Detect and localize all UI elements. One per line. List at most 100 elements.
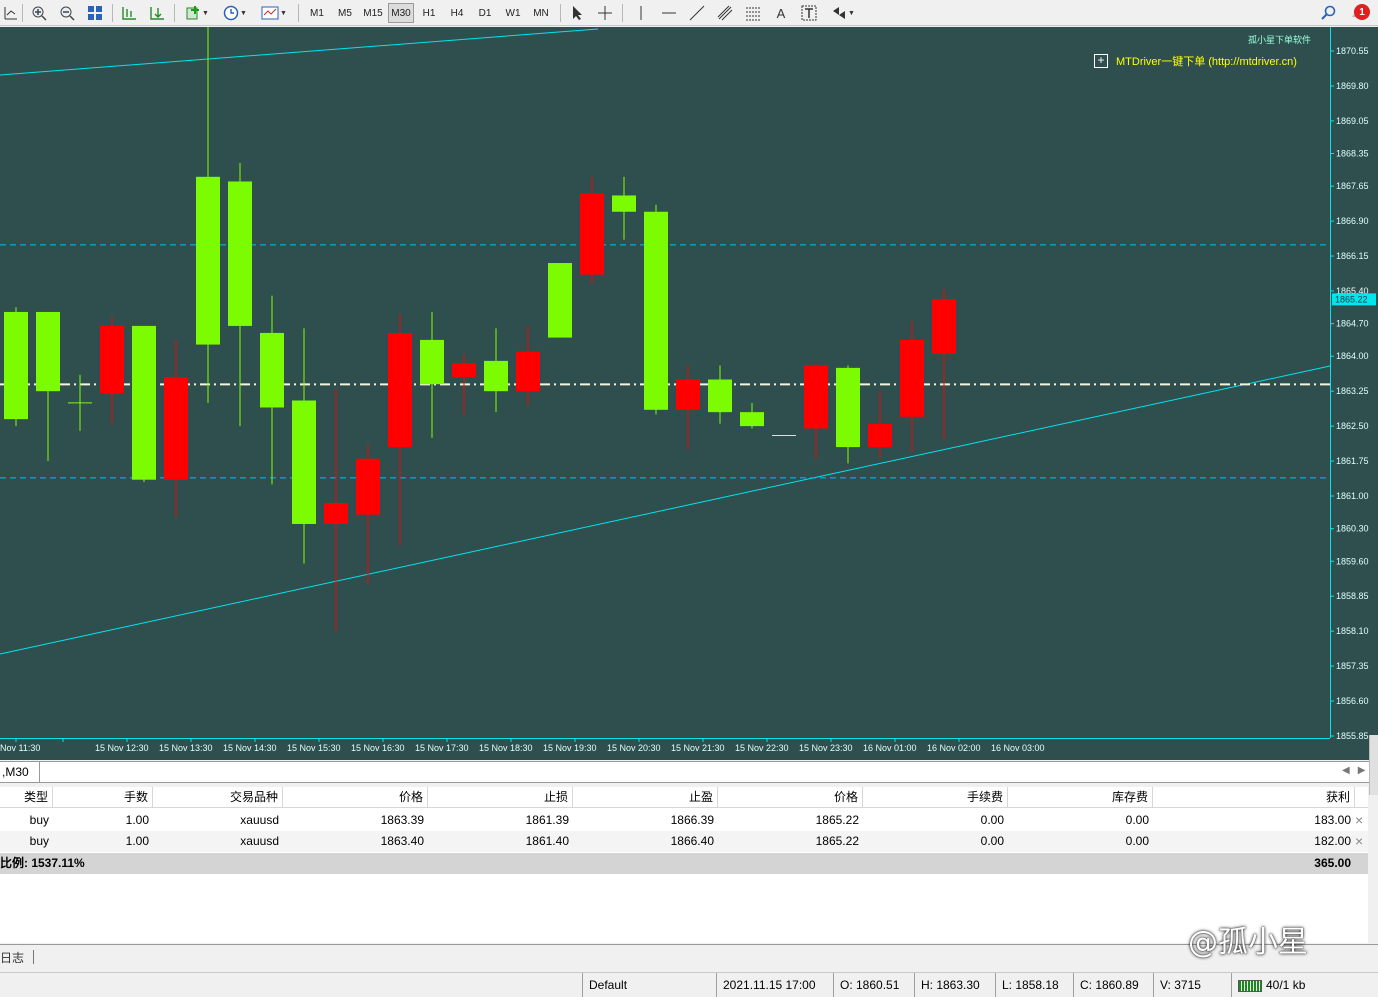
table-row[interactable]: buy 1.00 xauusd 1863.40 1861.40 1866.40 1865.2… xyxy=(0,831,1368,852)
candle-body[interactable] xyxy=(4,311,28,420)
candle-body[interactable] xyxy=(644,211,668,410)
trade-table-header: 类型 手数 交易品种 价格 止损 止盈 价格 手续费 库存费 获利 xyxy=(0,787,1368,808)
tile-windows-icon[interactable] xyxy=(84,3,106,23)
x-tick-label: 15 Nov 18:30 xyxy=(479,743,533,753)
timeframe-mn-button[interactable]: MN xyxy=(528,3,554,23)
column-header[interactable]: 价格 xyxy=(720,787,863,808)
timeframe-m1-button[interactable]: M1 xyxy=(304,3,330,23)
search-icon[interactable] xyxy=(1318,3,1340,23)
candle-body[interactable] xyxy=(900,339,924,417)
column-header[interactable]: 交易品种 xyxy=(155,787,283,808)
table-cell: buy xyxy=(29,834,49,848)
expand-plus-icon[interactable]: + xyxy=(1094,54,1108,68)
table-cell: 183.00 xyxy=(1314,813,1351,827)
status-profile[interactable]: Default xyxy=(582,973,716,997)
timeframe-m15-button[interactable]: M15 xyxy=(360,3,386,23)
candle-body[interactable] xyxy=(804,365,828,429)
x-tick-label: 15 Nov 23:30 xyxy=(799,743,853,753)
indicators-icon[interactable]: ▼ xyxy=(180,3,214,23)
chart-shift-icon[interactable] xyxy=(118,3,140,23)
candle-body[interactable] xyxy=(836,367,860,448)
candle-body[interactable] xyxy=(260,332,284,408)
timeframe-m5-button[interactable]: M5 xyxy=(332,3,358,23)
close-order-icon[interactable]: × xyxy=(1355,810,1363,831)
candle-body[interactable] xyxy=(36,311,60,392)
candle-body[interactable] xyxy=(516,351,540,392)
close-order-icon[interactable]: × xyxy=(1355,831,1363,852)
toolbar-separator xyxy=(622,4,623,22)
candle-body[interactable] xyxy=(292,400,316,524)
tab-journal[interactable]: 日志 xyxy=(0,949,24,966)
candle-body[interactable] xyxy=(708,379,732,413)
column-header[interactable]: 库存费 xyxy=(1010,787,1153,808)
candle-body[interactable] xyxy=(580,193,604,275)
table-cell: 1861.40 xyxy=(525,834,569,848)
candle-body[interactable] xyxy=(868,423,892,448)
table-cell: 1861.39 xyxy=(525,813,569,827)
candle-body[interactable] xyxy=(164,377,188,480)
horizontal-line-icon[interactable] xyxy=(658,3,680,23)
column-header[interactable]: 获利 xyxy=(1155,787,1355,808)
y-tick-label: 1867.65 xyxy=(1336,181,1369,191)
candle-body[interactable] xyxy=(740,412,764,427)
candle-body[interactable] xyxy=(132,325,156,480)
timeframe-m30-button[interactable]: M30 xyxy=(388,3,414,23)
vertical-line-icon[interactable] xyxy=(630,3,652,23)
candle-body[interactable] xyxy=(452,363,476,378)
table-cell: buy xyxy=(29,813,49,827)
trendline-icon[interactable] xyxy=(686,3,708,23)
chart-canvas[interactable]: 1870.55 1869.80 1869.05 1868.35 1867.65 1866.… xyxy=(0,27,1378,760)
candle-body[interactable] xyxy=(548,263,572,338)
y-tick-label: 1858.10 xyxy=(1336,626,1369,636)
timeframe-h4-button[interactable]: H4 xyxy=(444,3,470,23)
candle-body[interactable] xyxy=(676,379,700,410)
arrows-icon[interactable]: ▼ xyxy=(826,3,860,23)
column-header[interactable]: 手续费 xyxy=(865,787,1008,808)
notification-badge[interactable]: 1 xyxy=(1354,4,1370,20)
traffic-label: 40/1 kb xyxy=(1266,978,1306,992)
timeframe-w1-button[interactable]: W1 xyxy=(500,3,526,23)
zoom-in-icon[interactable] xyxy=(28,3,50,23)
table-cell: 1865.22 xyxy=(815,834,859,848)
y-tick-label: 1864.00 xyxy=(1336,351,1369,361)
column-header[interactable]: 止损 xyxy=(430,787,573,808)
candle-body[interactable] xyxy=(420,339,444,385)
column-header[interactable]: 价格 xyxy=(285,787,428,808)
cursor-icon[interactable] xyxy=(566,3,588,23)
timeframe-h1-button[interactable]: H1 xyxy=(416,3,442,23)
table-row[interactable]: buy 1.00 xauusd 1863.39 1861.39 1866.39 1865.2… xyxy=(0,810,1368,831)
candle-body[interactable] xyxy=(100,325,124,394)
text-label-icon[interactable] xyxy=(798,3,820,23)
crosshair-icon[interactable] xyxy=(594,3,616,23)
text-icon[interactable]: A xyxy=(770,3,792,23)
status-datetime: 2021.11.15 17:00 xyxy=(716,973,833,997)
line-studies-icon[interactable] xyxy=(0,3,22,23)
templates-icon[interactable]: ▼ xyxy=(256,3,292,23)
candle-body[interactable] xyxy=(228,181,252,326)
trendline-upper[interactable] xyxy=(0,28,599,76)
status-bar: Default 2021.11.15 17:00 O: 1860.51 H: 1… xyxy=(0,972,1378,997)
zoom-out-icon[interactable] xyxy=(56,3,78,23)
candle-body[interactable] xyxy=(356,458,380,515)
candle-body[interactable] xyxy=(484,360,508,392)
candle-body[interactable] xyxy=(388,332,412,448)
x-tick-label: 15 Nov 20:30 xyxy=(607,743,661,753)
chart-tab-xauusd-m30[interactable]: ,M30 xyxy=(0,762,40,782)
terminal-tab-strip: 日志 xyxy=(0,944,1378,968)
price-chart[interactable]: 1870.55 1869.80 1869.05 1868.35 1867.65 1866.… xyxy=(0,27,1378,760)
channel-icon[interactable] xyxy=(714,3,736,23)
column-header[interactable]: 手数 xyxy=(55,787,153,808)
candle-body[interactable] xyxy=(932,299,956,354)
vertical-scrollbar[interactable] xyxy=(1369,735,1378,795)
candle-body[interactable] xyxy=(612,195,636,212)
fibonacci-icon[interactable] xyxy=(742,3,764,23)
autoscroll-icon[interactable] xyxy=(146,3,168,23)
column-header[interactable]: 类型 xyxy=(0,787,53,808)
timeframe-d1-button[interactable]: D1 xyxy=(472,3,498,23)
mtdriver-panel[interactable]: + MTDriver一键下单 (http://mtdriver.cn) xyxy=(1094,53,1297,69)
candle-body[interactable] xyxy=(324,503,348,524)
periods-icon[interactable]: ▼ xyxy=(218,3,252,23)
column-header[interactable]: 止盈 xyxy=(575,787,718,808)
candle-body[interactable] xyxy=(196,176,220,345)
toolbar-separator xyxy=(298,4,299,22)
